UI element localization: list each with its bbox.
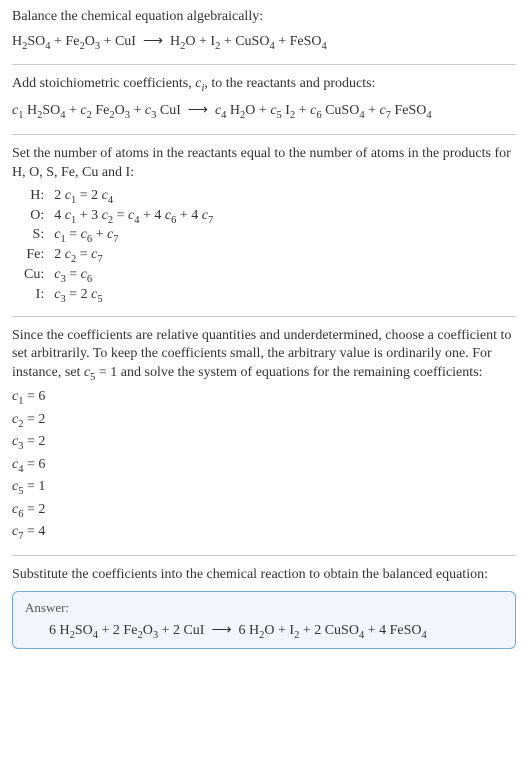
coefficient-list: c1 = 6 c2 = 2 c3 = 2 c4 = 6 c5 = 1 c6 = …	[12, 387, 516, 544]
table-row: H: 2 c1 = 2 c4	[20, 187, 217, 207]
divider	[12, 64, 516, 65]
table-row: S: c1 = c6 + c7	[20, 226, 217, 246]
element-equation: 4 c1 + 3 c2 = c4 + 4 c6 + 4 c7	[50, 207, 217, 227]
coeff-value: c3 = 2	[12, 432, 516, 454]
answer-label: Answer:	[25, 600, 503, 616]
divider	[12, 555, 516, 556]
stoich-intro: Add stoichiometric coefficients, ci, to …	[12, 75, 516, 96]
coeff-value: c1 = 6	[12, 387, 516, 409]
table-row: Cu: c3 = c6	[20, 266, 217, 286]
table-row: I: c3 = 2 c5	[20, 286, 217, 306]
divider	[12, 134, 516, 135]
element-label: Cu:	[20, 266, 50, 286]
atom-equations-table: H: 2 c1 = 2 c4 O: 4 c1 + 3 c2 = c4 + 4 c…	[20, 187, 217, 306]
element-label: Fe:	[20, 246, 50, 266]
substitute-text: Substitute the coefficients into the che…	[12, 566, 516, 585]
table-row: Fe: 2 c2 = c7	[20, 246, 217, 266]
element-equation: c3 = 2 c5	[50, 286, 217, 306]
unbalanced-equation: H2SO4 + Fe2O3 + CuI ⟶ H2O + I2 + CuSO4 +…	[12, 31, 516, 55]
element-label: H:	[20, 187, 50, 207]
element-label: O:	[20, 207, 50, 227]
title-text: Balance the chemical equation algebraica…	[12, 8, 516, 27]
stoich-intro-text2: , to the reactants and products:	[204, 76, 375, 91]
coeff-value: c6 = 2	[12, 500, 516, 522]
stoich-intro-text: Add stoichiometric coefficients,	[12, 76, 195, 91]
stoich-equation: c1 H2SO4 + c2 Fe2O3 + c3 CuI ⟶ c4 H2O + …	[12, 100, 516, 124]
coeff-value: c5 = 1	[12, 477, 516, 499]
element-equation: 2 c2 = c7	[50, 246, 217, 266]
answer-box: Answer: 6 H2SO4 + 2 Fe2O3 + 2 CuI ⟶ 6 H2…	[12, 591, 516, 650]
coeff-value: c2 = 2	[12, 410, 516, 432]
coeff-value: c7 = 4	[12, 522, 516, 544]
underdetermined-text: Since the coefficients are relative quan…	[12, 327, 516, 386]
element-equation: c1 = c6 + c7	[50, 226, 217, 246]
atoms-intro: Set the number of atoms in the reactants…	[12, 145, 516, 183]
coeff-value: c4 = 6	[12, 455, 516, 477]
table-row: O: 4 c1 + 3 c2 = c4 + 4 c6 + 4 c7	[20, 207, 217, 227]
element-label: I:	[20, 286, 50, 306]
element-equation: 2 c1 = 2 c4	[50, 187, 217, 207]
divider	[12, 316, 516, 317]
element-equation: c3 = c6	[50, 266, 217, 286]
answer-equation: 6 H2SO4 + 2 Fe2O3 + 2 CuI ⟶ 6 H2O + I2 +…	[49, 622, 503, 641]
element-label: S:	[20, 226, 50, 246]
